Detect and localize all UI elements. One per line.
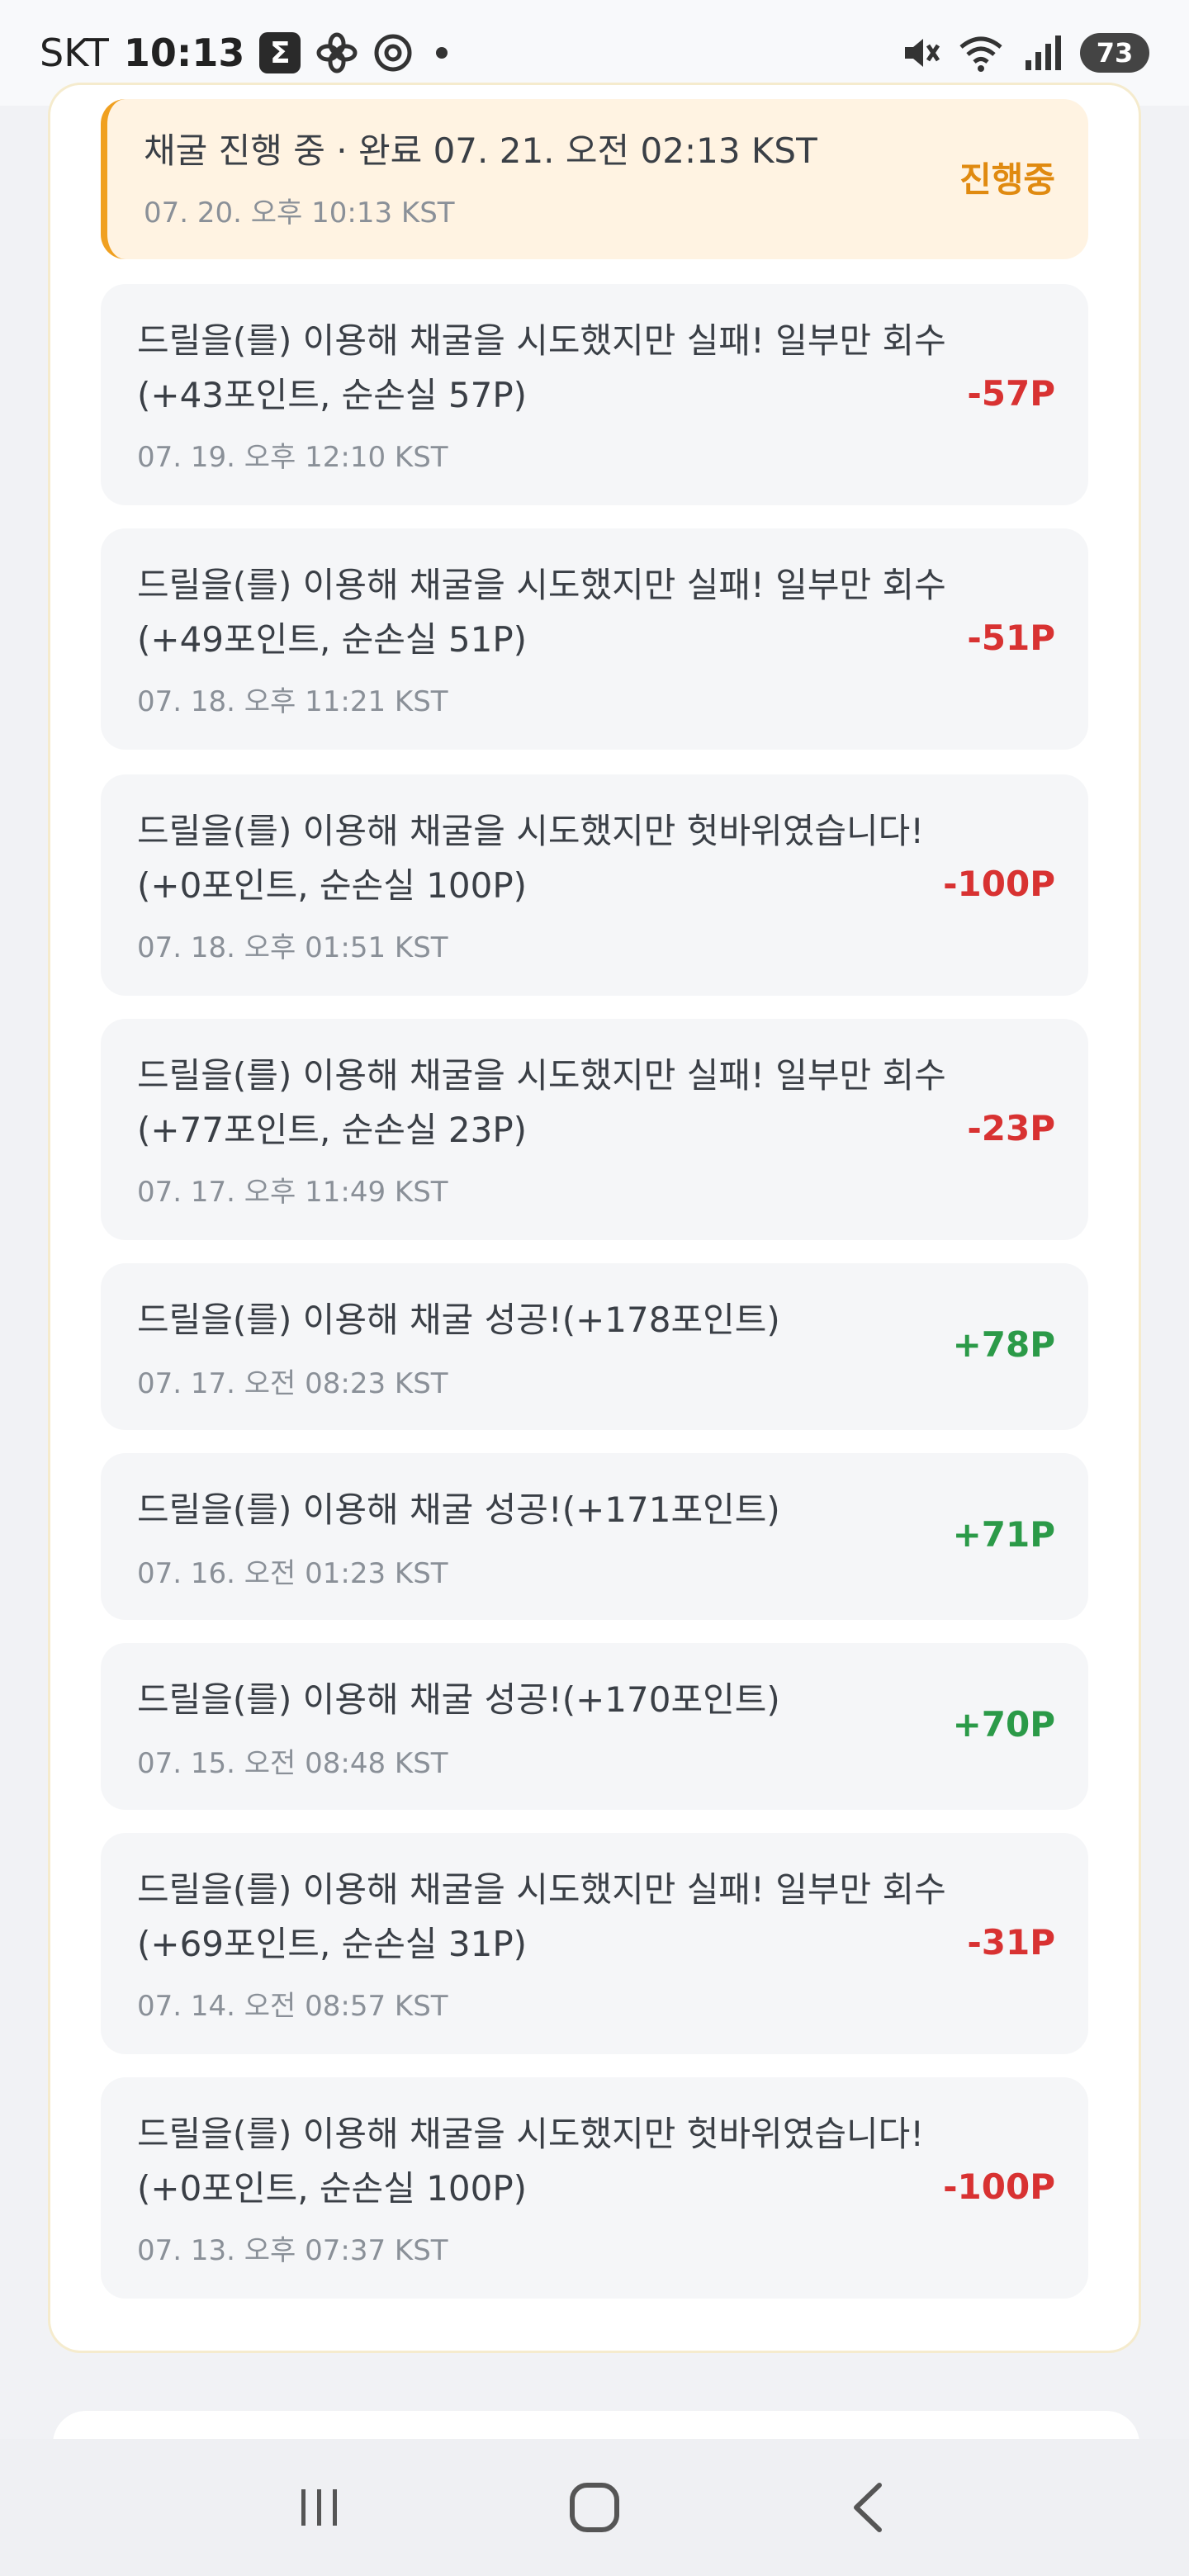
entry-date: 07. 17. 오전 08:23 KST [137,1367,448,1400]
entry-title: 드릴을(를) 이용해 채굴을 시도했지만 실패! 일부만 회수(+43포인트, … [137,320,946,415]
recent-apps-button[interactable] [270,2458,369,2557]
status-bar-left: SKT 10:13 Σ [40,31,448,75]
entry-title: 채굴 진행 중 · 완료 07. 21. 오전 02:13 KST [144,130,817,171]
entry-date: 07. 18. 오후 01:51 KST [137,931,448,964]
notification-dot-icon [436,47,448,59]
entry-date: 07. 14. 오전 08:57 KST [137,1990,448,2023]
pinwheel-icon [316,32,358,73]
list-item[interactable]: 드릴을(를) 이용해 채굴 성공!(+170포인트) 07. 15. 오전 08… [101,1643,1088,1810]
carrier-label: SKT [40,31,109,75]
entry-amount: +78P [952,1324,1055,1365]
entry-amount: -51P [967,618,1055,658]
status-bar-right: 73 [900,32,1149,73]
mute-icon [905,39,940,67]
wifi-icon [959,36,1002,72]
entry-amount: -23P [967,1108,1055,1148]
entry-amount: -31P [967,1922,1055,1963]
entry-date: 07. 20. 오후 10:13 KST [144,197,455,230]
list-item-in-progress[interactable]: 채굴 진행 중 · 완료 07. 21. 오전 02:13 KST 07. 20… [101,99,1088,259]
entry-title: 드릴을(를) 이용해 채굴을 시도했지만 실패! 일부만 회수(+69포인트, … [137,1869,946,1964]
recent-apps-icon [301,2489,337,2526]
clock-time: 10:13 [123,31,245,75]
list-item[interactable]: 드릴을(를) 이용해 채굴 성공!(+171포인트) 07. 16. 오전 01… [101,1453,1088,1620]
entry-title: 드릴을(를) 이용해 채굴을 시도했지만 헛바위였습니다!(+0포인트, 순손실… [137,811,925,906]
signal-icon [1026,36,1061,70]
sigma-app-icon: Σ [259,32,301,73]
home-icon [569,2483,619,2532]
entry-date: 07. 19. 오후 12:10 KST [137,441,448,474]
entry-date: 07. 17. 오후 11:49 KST [137,1176,448,1209]
list-item[interactable]: 드릴을(를) 이용해 채굴을 시도했지만 실패! 일부만 회수(+69포인트, … [101,1833,1088,2054]
entry-title: 드릴을(를) 이용해 채굴 성공!(+171포인트) [137,1489,780,1530]
chrome-icon [374,34,412,72]
entry-amount: +71P [952,1514,1055,1555]
battery-icon: 73 [1080,33,1149,73]
list-item[interactable]: 드릴을(를) 이용해 채굴을 시도했지만 실패! 일부만 회수(+77포인트, … [101,1019,1088,1240]
entry-amount: -100P [943,864,1055,904]
list-item[interactable]: 드릴을(를) 이용해 채굴을 시도했지만 헛바위였습니다!(+0포인트, 순손실… [101,774,1088,996]
entry-amount: -57P [967,373,1055,414]
entry-title: 드릴을(를) 이용해 채굴을 시도했지만 실패! 일부만 회수(+77포인트, … [137,1055,946,1150]
entry-title: 드릴을(를) 이용해 채굴 성공!(+170포인트) [137,1679,780,1720]
entry-amount: -100P [943,2166,1055,2207]
back-button[interactable] [820,2458,919,2557]
list-item[interactable]: 드릴을(를) 이용해 채굴을 시도했지만 실패! 일부만 회수(+49포인트, … [101,528,1088,750]
entry-title: 드릴을(를) 이용해 채굴 성공!(+178포인트) [137,1300,780,1340]
list-item[interactable]: 드릴을(를) 이용해 채굴 성공!(+178포인트) 07. 17. 오전 08… [101,1263,1088,1430]
entry-title: 드릴을(를) 이용해 채굴을 시도했지만 헛바위였습니다!(+0포인트, 순손실… [137,2114,925,2209]
list-item[interactable]: 드릴을(를) 이용해 채굴을 시도했지만 헛바위였습니다!(+0포인트, 순손실… [101,2077,1088,2299]
list-item[interactable]: 드릴을(를) 이용해 채굴을 시도했지만 실패! 일부만 회수(+43포인트, … [101,284,1088,505]
entry-date: 07. 18. 오후 11:21 KST [137,685,448,718]
entry-status: 진행중 [959,159,1055,200]
entry-title: 드릴을(를) 이용해 채굴을 시도했지만 실패! 일부만 회수(+49포인트, … [137,565,946,660]
entry-date: 07. 16. 오전 01:23 KST [137,1557,448,1590]
back-icon [854,2483,883,2532]
navigation-bar [0,2439,1189,2576]
entry-date: 07. 15. 오전 08:48 KST [137,1747,448,1780]
entry-date: 07. 13. 오후 07:37 KST [137,2234,448,2267]
entry-amount: +70P [952,1704,1055,1745]
home-button[interactable] [545,2458,644,2557]
